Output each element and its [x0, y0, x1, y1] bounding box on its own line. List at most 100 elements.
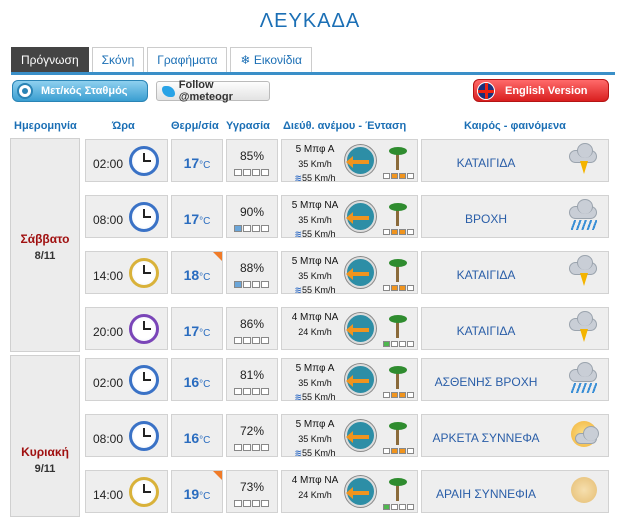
palm-leaves — [389, 147, 407, 155]
tab-dust[interactable]: Σκόνη — [91, 47, 145, 73]
wind-direction-compass-icon — [345, 145, 376, 176]
tab-charts[interactable]: Γραφήματα — [147, 47, 228, 73]
palm-leaves — [389, 315, 407, 323]
temp-cell: 19°C — [171, 470, 223, 513]
wind-cell: 4 Μπφ ΝΑ 24 Km/h — [281, 470, 418, 513]
temperature-unit: °C — [199, 435, 211, 446]
humidity-bar-segment — [261, 169, 269, 176]
wind-arrow-icon — [346, 375, 369, 387]
wind-speed: 4 Μπφ ΝΑ — [291, 475, 339, 486]
humidity-value: 72% — [239, 424, 265, 438]
palm-leaves — [389, 259, 407, 267]
temperature-value: 17°C — [183, 155, 211, 171]
weather-description: ΑΡΚΕΤΑ ΣΥΝΝΕΦΑ — [432, 431, 540, 445]
wind-intensity-bar — [383, 229, 415, 235]
page-title: ΛΕΥΚΑΔΑ — [259, 10, 361, 32]
weather-cell: ΑΣΘΕΝΗΣ ΒΡΟΧΗ — [421, 358, 609, 401]
wind-bar-segment — [391, 173, 398, 179]
palm-tree-icon — [383, 312, 411, 338]
clock-icon — [129, 202, 159, 232]
temp-cell: 17°C — [171, 307, 223, 350]
time-cell: 08:00 — [85, 195, 168, 238]
wind-bar-segment — [391, 392, 398, 398]
gust-value: 55 Km/h — [302, 229, 336, 239]
gust-icon: ≋ — [294, 392, 302, 402]
time-label: 02:00 — [93, 376, 124, 390]
humidity-bar-segment — [234, 444, 242, 451]
humidity-bar-segment — [243, 281, 251, 288]
temperature-value: 17°C — [183, 323, 211, 339]
wind-bar-segment — [399, 392, 406, 398]
wind-arrow-icon — [346, 268, 369, 280]
wind-intensity-bar — [383, 285, 415, 291]
humidity-cell: 81% — [226, 358, 278, 401]
wind-bar-segment — [399, 448, 406, 454]
tab-icons[interactable]: ❄ Εικονίδια — [230, 47, 312, 73]
wind-kmh: 24 Km/h — [298, 327, 332, 337]
wind-arrow-icon — [346, 212, 369, 224]
temperature-unit: °C — [199, 160, 211, 171]
wind-bar-segment — [407, 285, 414, 291]
wind-bar-segment — [391, 504, 398, 510]
day-cell: Σάββατο 8/11 — [10, 138, 80, 352]
header-temp: Θερμ/σία — [171, 120, 219, 132]
twitter-follow-button[interactable]: Follow @meteogr — [156, 79, 270, 103]
humidity-cell: 72% — [226, 414, 278, 457]
gust-value: 55 Km/h — [302, 285, 336, 295]
clock-icon — [129, 146, 159, 176]
weather-description: ΚΑΤΑΙΓΙΔΑ — [456, 156, 516, 170]
wind-bar-segment — [407, 392, 414, 398]
thunderstorm-icon — [567, 143, 600, 177]
weather-description: ΚΑΤΑΙΓΙΔΑ — [456, 268, 516, 282]
english-version-button[interactable]: English Version — [473, 79, 609, 102]
palm-leaves — [389, 422, 407, 430]
tab-bar: Πρόγνωση Σκόνη Γραφήματα ❄ Εικονίδια — [11, 47, 315, 73]
clock-icon — [129, 258, 159, 288]
clock-icon — [129, 477, 159, 507]
header-weather: Καιρός - φαινόμενα — [464, 120, 566, 132]
humidity-cell: 90% — [226, 195, 278, 238]
partly-cloudy-icon — [567, 419, 600, 452]
wind-bar-segment — [383, 229, 390, 235]
day-name: Κυριακή — [21, 445, 69, 459]
clock-icon — [129, 365, 159, 395]
wind-speed: 4 Μπφ ΝΑ — [291, 312, 339, 323]
wind-bar-segment — [407, 229, 414, 235]
humidity-bar — [234, 337, 270, 344]
temperature-value: 17°C — [183, 211, 211, 227]
weather-description: ΑΡΑΙΗ ΣΥΝΝΕΦΙΑ — [435, 487, 537, 501]
warning-corner-icon — [213, 252, 222, 261]
day-date: 9/11 — [34, 463, 56, 475]
temperature-value: 16°C — [183, 374, 211, 390]
wind-bar-segment — [399, 285, 406, 291]
humidity-cell: 86% — [226, 307, 278, 350]
wind-arrow-icon — [346, 431, 369, 443]
humidity-bar-segment — [243, 388, 251, 395]
cloud-shape — [575, 426, 599, 444]
wind-bar-segment — [383, 341, 390, 347]
humidity-bar-segment — [234, 169, 242, 176]
time-cell: 08:00 — [85, 414, 168, 457]
palm-leaves — [389, 366, 407, 374]
cloud-shape — [569, 199, 597, 219]
humidity-bar — [234, 388, 270, 395]
wind-kmh: 35 Km/h — [298, 378, 332, 388]
humidity-value: 88% — [239, 261, 265, 275]
station-button[interactable]: Μετ/κός Σταθμός — [12, 80, 148, 102]
english-button-label: English Version — [505, 84, 588, 97]
day-cell: Κυριακή 9/11 — [10, 355, 80, 517]
weather-cell: ΑΡΚΕΤΑ ΣΥΝΝΕΦΑ — [421, 414, 609, 457]
humidity-cell: 73% — [226, 470, 278, 513]
cloud-shape — [569, 362, 597, 382]
wind-intensity-bar — [383, 341, 415, 347]
humidity-bar-segment — [234, 337, 242, 344]
wind-speed: 5 Μπφ Α — [295, 363, 335, 374]
wind-bar-segment — [391, 285, 398, 291]
wind-kmh: 35 Km/h — [298, 159, 332, 169]
gust-value: 55 Km/h — [302, 173, 336, 183]
time-label: 02:00 — [93, 157, 124, 171]
wind-bar-segment — [383, 173, 390, 179]
twitter-bird-icon — [162, 85, 175, 97]
tab-forecast[interactable]: Πρόγνωση — [11, 47, 89, 73]
wind-arrow-icon — [346, 487, 369, 499]
